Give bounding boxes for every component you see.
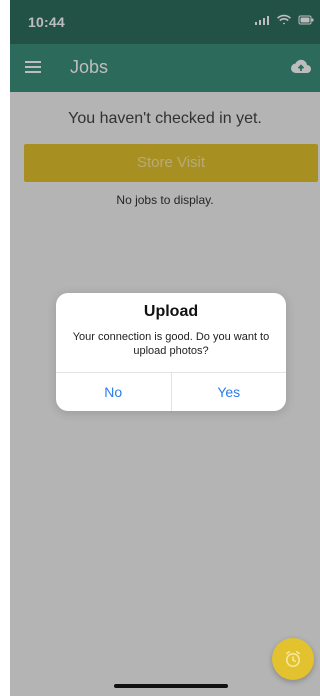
dialog-yes-button[interactable]: Yes xyxy=(170,373,287,411)
upload-dialog: Upload Your connection is good. Do you w… xyxy=(56,293,286,411)
app-frame: 10:44 Jobs You haven't checked in yet. S… xyxy=(10,0,320,696)
home-indicator xyxy=(114,684,228,688)
dialog-actions: No Yes xyxy=(56,372,286,411)
screen: 10:44 Jobs You haven't checked in yet. S… xyxy=(0,0,320,696)
alarm-clock-icon xyxy=(286,651,300,667)
alarm-fab-button[interactable] xyxy=(272,638,314,680)
dialog-no-button[interactable]: No xyxy=(56,373,171,411)
dialog-title: Upload xyxy=(143,303,199,320)
dialog-message: Your connection is good. Do you want to … xyxy=(72,331,270,357)
